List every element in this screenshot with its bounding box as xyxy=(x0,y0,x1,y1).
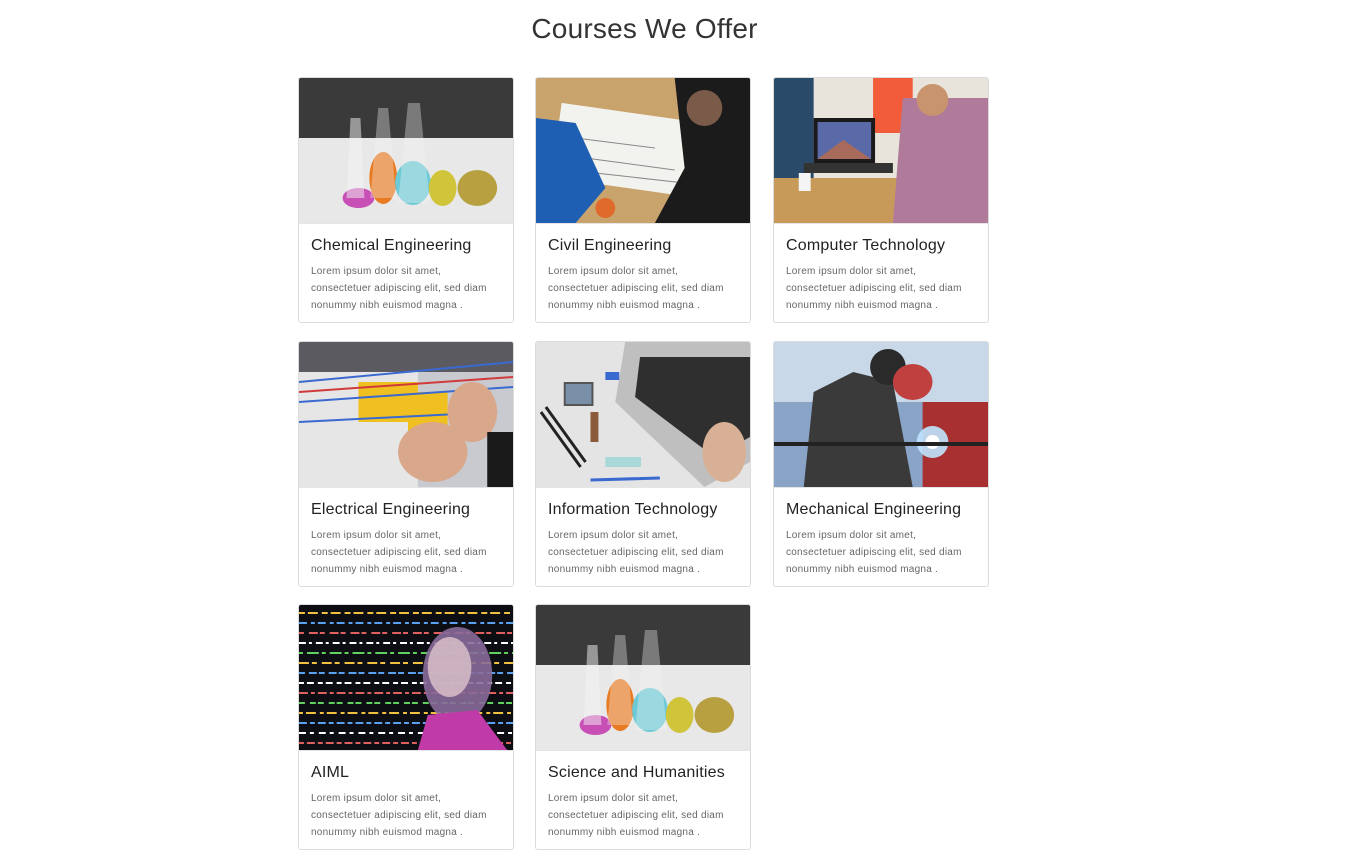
course-title: Civil Engineering xyxy=(548,237,672,254)
course-description: Lorem ipsum dolor sit amet, consectetuer… xyxy=(311,266,487,311)
course-title: Chemical Engineering xyxy=(311,237,472,254)
course-card-computer-technology[interactable]: Computer Technology Lorem ipsum dolor si… xyxy=(773,77,989,323)
course-title: AIML xyxy=(311,764,350,781)
course-title: Science and Humanities xyxy=(548,764,725,781)
course-description: Lorem ipsum dolor sit amet, consectetuer… xyxy=(548,266,724,311)
course-card-aiml[interactable]: AIML Lorem ipsum dolor sit amet, consect… xyxy=(298,604,514,850)
course-image xyxy=(536,605,750,751)
course-card-chemical-engineering[interactable]: Chemical Engineering Lorem ipsum dolor s… xyxy=(298,77,514,323)
course-description: Lorem ipsum dolor sit amet, consectetuer… xyxy=(786,530,962,575)
course-card-mechanical-engineering[interactable]: Mechanical Engineering Lorem ipsum dolor… xyxy=(773,341,989,587)
course-title: Information Technology xyxy=(548,501,718,518)
course-card-civil-engineering[interactable]: Civil Engineering Lorem ipsum dolor sit … xyxy=(535,77,751,323)
course-image xyxy=(774,342,988,488)
course-card-information-technology[interactable]: Information Technology Lorem ipsum dolor… xyxy=(535,341,751,587)
course-card-electrical-engineering[interactable]: Electrical Engineering Lorem ipsum dolor… xyxy=(298,341,514,587)
course-title: Mechanical Engineering xyxy=(786,501,962,518)
course-image xyxy=(299,342,513,488)
course-description: Lorem ipsum dolor sit amet, consectetuer… xyxy=(548,793,724,838)
course-description: Lorem ipsum dolor sit amet, consectetuer… xyxy=(548,530,724,575)
course-card-science-and-humanities[interactable]: Science and Humanities Lorem ipsum dolor… xyxy=(535,604,751,850)
course-description: Lorem ipsum dolor sit amet, consectetuer… xyxy=(311,793,487,838)
course-image xyxy=(536,342,750,488)
course-image xyxy=(299,605,513,751)
course-title: Computer Technology xyxy=(786,237,946,254)
course-title: Electrical Engineering xyxy=(311,501,471,518)
course-image xyxy=(774,78,988,224)
page-title: Courses We Offer xyxy=(531,13,758,44)
course-description: Lorem ipsum dolor sit amet, consectetuer… xyxy=(311,530,487,575)
course-description: Lorem ipsum dolor sit amet, consectetuer… xyxy=(786,266,962,311)
course-image xyxy=(536,78,750,224)
course-image xyxy=(299,78,513,224)
